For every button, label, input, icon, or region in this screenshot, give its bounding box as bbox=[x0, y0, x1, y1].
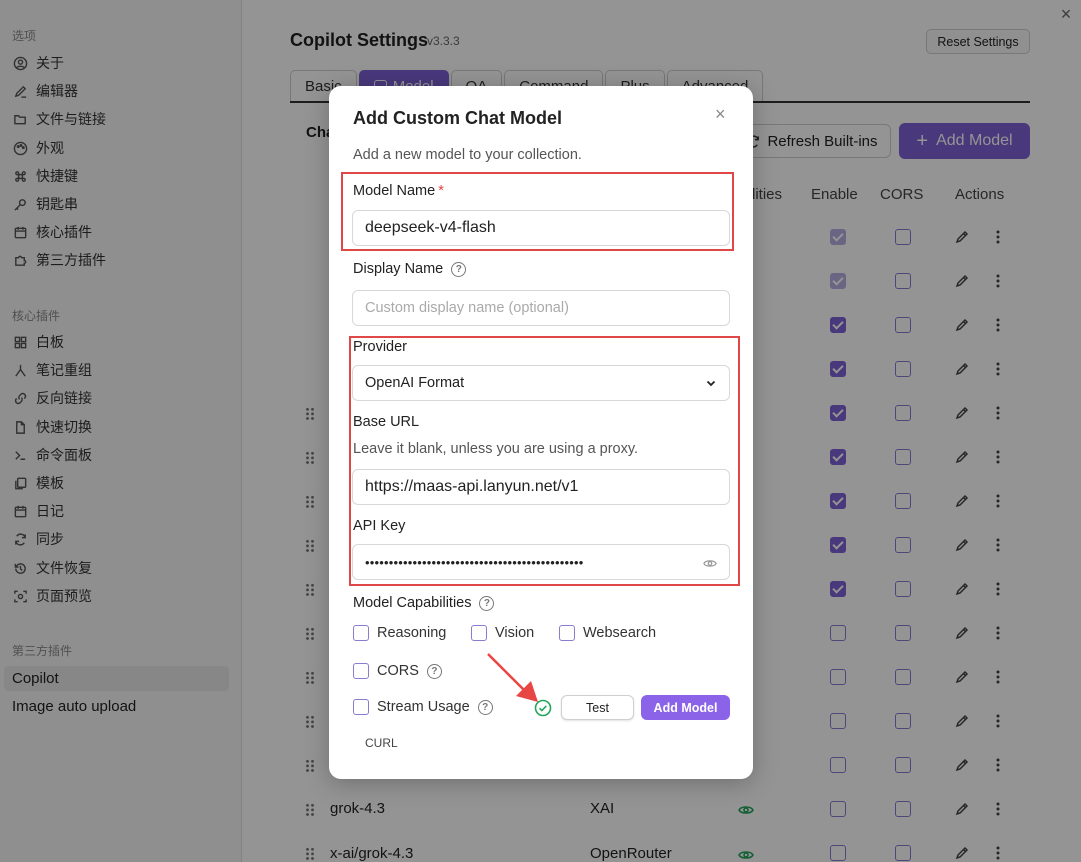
highlight-box-provider bbox=[349, 336, 740, 586]
dialog-title: Add Custom Chat Model bbox=[353, 108, 562, 128]
checkbox-box[interactable] bbox=[353, 699, 369, 715]
close-icon[interactable]: × bbox=[715, 104, 726, 125]
help-icon[interactable]: ? bbox=[451, 261, 467, 277]
checkbox-label: Stream Usage bbox=[377, 699, 470, 715]
websearch-checkbox[interactable]: Websearch bbox=[559, 625, 656, 641]
display-name-input[interactable]: Custom display name (optional) bbox=[352, 290, 730, 326]
curl-link[interactable]: CURL bbox=[365, 736, 398, 750]
checkbox-box[interactable] bbox=[353, 663, 369, 679]
checkbox-label: CORS bbox=[377, 663, 419, 679]
display-name-label: Display Name? bbox=[353, 261, 467, 277]
checkbox-label: Websearch bbox=[583, 625, 657, 641]
checkbox-label: Reasoning bbox=[377, 625, 447, 641]
checkbox-label: Vision bbox=[495, 625, 535, 641]
cors-checkbox[interactable]: CORS? bbox=[353, 663, 442, 679]
capabilities-label: Model Capabilities? bbox=[353, 595, 495, 611]
checkbox-box[interactable] bbox=[559, 625, 575, 641]
annotation-arrow-icon bbox=[486, 652, 546, 707]
help-icon[interactable]: ? bbox=[426, 663, 442, 679]
vision-checkbox[interactable]: Vision bbox=[471, 625, 534, 641]
highlight-box-model-name bbox=[341, 172, 734, 251]
reasoning-checkbox[interactable]: Reasoning bbox=[353, 625, 446, 641]
checkbox-box[interactable] bbox=[471, 625, 487, 641]
checkbox-box[interactable] bbox=[353, 625, 369, 641]
capabilities-label-text: Model Capabilities bbox=[353, 595, 472, 611]
add-model-submit-button[interactable]: Add Model bbox=[641, 695, 730, 720]
test-button[interactable]: Test bbox=[561, 695, 634, 720]
help-icon[interactable]: ? bbox=[479, 595, 495, 611]
dialog-subtitle: Add a new model to your collection. bbox=[353, 147, 582, 163]
stream-usage-checkbox[interactable]: Stream Usage? bbox=[353, 699, 493, 715]
display-name-label-text: Display Name bbox=[353, 261, 444, 277]
